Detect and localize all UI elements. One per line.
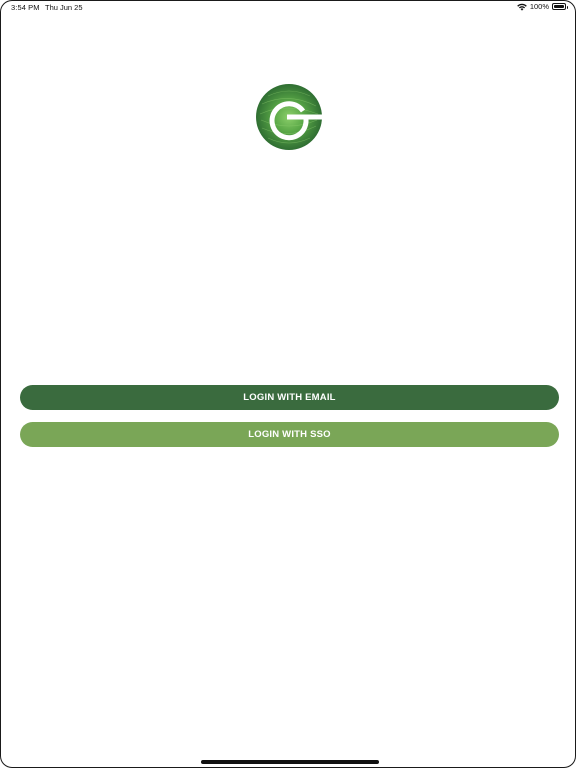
status-indicators: 100% (517, 2, 568, 11)
home-indicator[interactable] (201, 760, 379, 764)
company-logo-icon (256, 84, 322, 150)
battery-fill (554, 5, 564, 8)
login-with-sso-button[interactable]: LOGIN WITH SSO (20, 422, 559, 447)
battery-percentage: 100% (529, 2, 549, 11)
status-time: 3:54 PM (11, 3, 40, 12)
login-with-email-button[interactable]: LOGIN WITH EMAIL (20, 385, 559, 410)
wifi-icon (517, 3, 527, 11)
app-screen: 3:54 PM Thu Jun 25 100% LOGIN WITH EMAIL… (0, 0, 576, 768)
battery-tip (566, 5, 568, 9)
battery-icon (552, 3, 568, 10)
status-bar: 3:54 PM Thu Jun 25 100% (0, 0, 576, 14)
status-date: Thu Jun 25 (45, 3, 83, 12)
